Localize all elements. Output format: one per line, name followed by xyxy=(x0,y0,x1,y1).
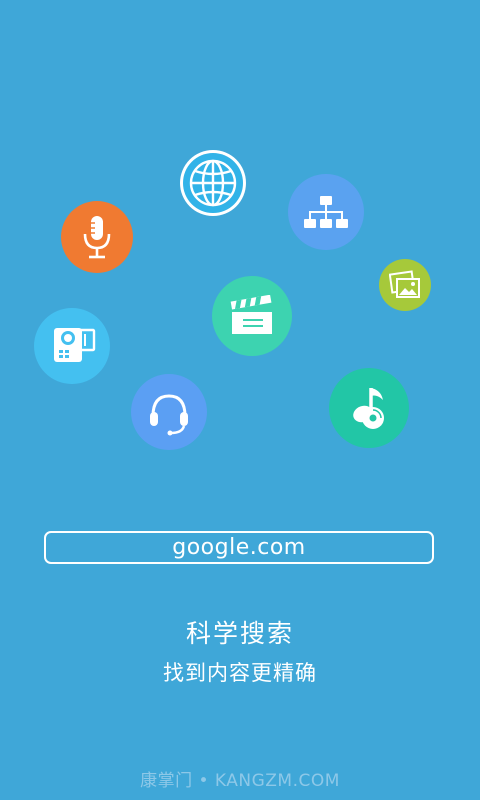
globe-icon xyxy=(180,150,246,216)
subheadline: 找到内容更精确 xyxy=(163,661,317,685)
url-text: google.com xyxy=(172,535,306,560)
photo-icon xyxy=(379,259,431,311)
camcorder-icon xyxy=(34,308,110,384)
microphone-icon xyxy=(61,201,133,273)
sitemap-icon xyxy=(288,174,364,250)
headset-icon xyxy=(131,374,207,450)
watermark: 康掌门 • KANGZM.COM xyxy=(140,771,340,791)
headline: 科学搜索 xyxy=(185,619,294,648)
clapperboard-icon xyxy=(212,276,292,356)
music-disc-icon xyxy=(329,368,409,448)
url-input[interactable]: google.com xyxy=(44,531,434,564)
